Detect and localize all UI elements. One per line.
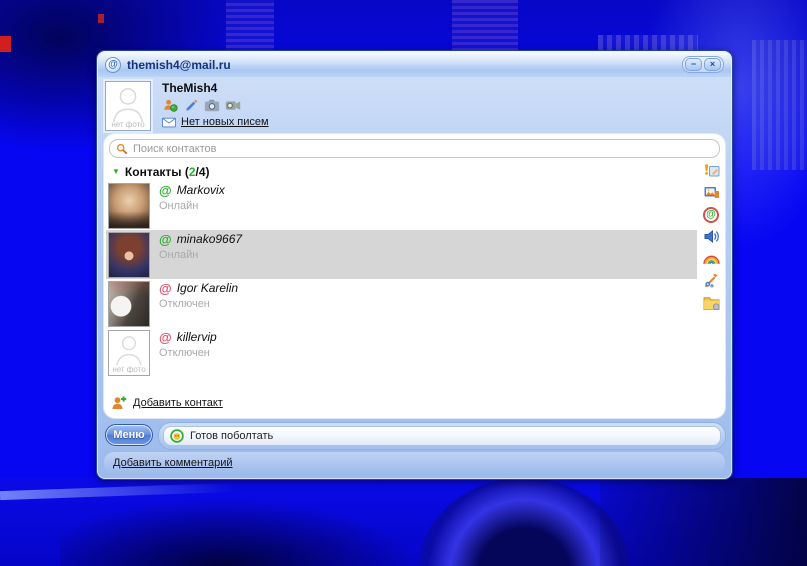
- search-icon: [116, 143, 128, 154]
- presence-online-icon: @: [159, 231, 172, 247]
- photo-album-icon[interactable]: [702, 183, 721, 202]
- add-contact-button[interactable]: Добавить контакт: [111, 395, 223, 411]
- contact-row[interactable]: нет фото @ killervip Отключен: [106, 328, 697, 377]
- profile-section: нет фото TheMish4 Нет новых писем: [105, 81, 724, 133]
- contact-avatar-no-photo: нет фото: [108, 330, 150, 376]
- search-input[interactable]: [133, 142, 713, 155]
- status-bar: Готов поболтать: [158, 422, 726, 450]
- messenger-window: @ themish4@mail.ru − × нет фото TheMish4: [96, 50, 733, 480]
- no-photo-silhouette-icon: [112, 88, 144, 123]
- no-new-mail-link[interactable]: Нет новых писем: [181, 116, 269, 128]
- add-contact-icon: [112, 396, 127, 409]
- contacts-group-header[interactable]: ▼ Контакты (2/4): [112, 165, 210, 179]
- agent-logo-icon: @: [105, 56, 121, 73]
- contact-status: Отключен: [159, 298, 210, 310]
- contact-avatar: [108, 232, 150, 278]
- status-text: Готов поболтать: [190, 430, 274, 442]
- status-smiley-icon: [170, 429, 184, 443]
- no-photo-caption: нет фото: [111, 120, 145, 129]
- events-alert-icon[interactable]: [702, 161, 721, 180]
- photo-camera-icon[interactable]: [204, 98, 220, 114]
- themes-rainbow-icon[interactable]: [702, 249, 721, 268]
- presence-offline-icon: @: [159, 329, 172, 345]
- contact-row-selected[interactable]: @ minako9667 Онлайн: [106, 230, 697, 279]
- no-photo-silhouette-icon: [116, 336, 142, 366]
- window-controls: − ×: [682, 56, 724, 73]
- car-shadow: [60, 498, 420, 566]
- car-wheel-photo: [418, 478, 630, 566]
- add-comment-link[interactable]: Добавить комментарий: [113, 457, 232, 469]
- presence-online-icon: @: [159, 182, 172, 198]
- contact-list: @ Markovix Онлайн @ minako9667 Онлайн @ …: [106, 181, 697, 377]
- my-world-status-icon[interactable]: [162, 98, 178, 114]
- close-button[interactable]: ×: [704, 58, 721, 71]
- profile-actions: [162, 97, 269, 114]
- sound-speaker-icon[interactable]: [702, 227, 721, 246]
- profile-name: TheMish4: [162, 81, 218, 95]
- car-roof-highlight: [0, 482, 236, 501]
- minimize-button[interactable]: −: [685, 58, 702, 71]
- files-folder-icon[interactable]: [702, 293, 721, 312]
- status-selector[interactable]: Готов поболтать: [163, 426, 721, 446]
- red-sign: [0, 36, 11, 52]
- title-bar: @ themish4@mail.ru − ×: [98, 52, 731, 77]
- add-contact-label: Добавить контакт: [133, 397, 223, 409]
- menu-button[interactable]: Меню: [105, 424, 153, 446]
- agent-at-icon[interactable]: @: [702, 205, 721, 224]
- desktop-dark-corner-bottom: [600, 478, 807, 566]
- contact-row[interactable]: @ Igor Karelin Отключен: [106, 279, 697, 328]
- no-photo-caption: нет фото: [112, 365, 146, 374]
- video-camera-icon[interactable]: [225, 98, 241, 114]
- desktop-bottom-area: [0, 478, 807, 566]
- contact-avatar: [108, 183, 150, 229]
- window-title: themish4@mail.ru: [127, 57, 231, 72]
- contact-status: Онлайн: [159, 200, 199, 212]
- contacts-panel: ▼ Контакты (2/4) @ Markovix Онлайн: [104, 134, 725, 418]
- comment-bar: Добавить комментарий: [103, 451, 726, 475]
- contact-status: Онлайн: [159, 249, 199, 261]
- collapse-triangle-icon: ▼: [112, 167, 120, 176]
- contact-search-box: [109, 139, 720, 158]
- contact-status: Отключен: [159, 347, 210, 359]
- contact-name: minako9667: [176, 232, 243, 246]
- contact-name: Markovix: [176, 183, 225, 197]
- contact-avatar: [108, 281, 150, 327]
- contact-name: Igor Karelin: [176, 281, 239, 295]
- presence-offline-icon: @: [159, 280, 172, 296]
- edit-pencil-icon[interactable]: [183, 98, 199, 114]
- profile-avatar[interactable]: нет фото: [105, 81, 151, 131]
- group-header-label: Контакты (2/4): [124, 165, 210, 179]
- building-silhouette: [752, 40, 807, 170]
- contact-name: killervip: [176, 330, 217, 344]
- settings-tools-icon[interactable]: [702, 271, 721, 290]
- online-count: 2: [188, 165, 196, 179]
- red-sign-small: [98, 14, 104, 23]
- contact-row[interactable]: @ Markovix Онлайн: [106, 181, 697, 230]
- envelope-icon: [162, 117, 176, 127]
- sidebar-icon-strip: @: [700, 161, 722, 312]
